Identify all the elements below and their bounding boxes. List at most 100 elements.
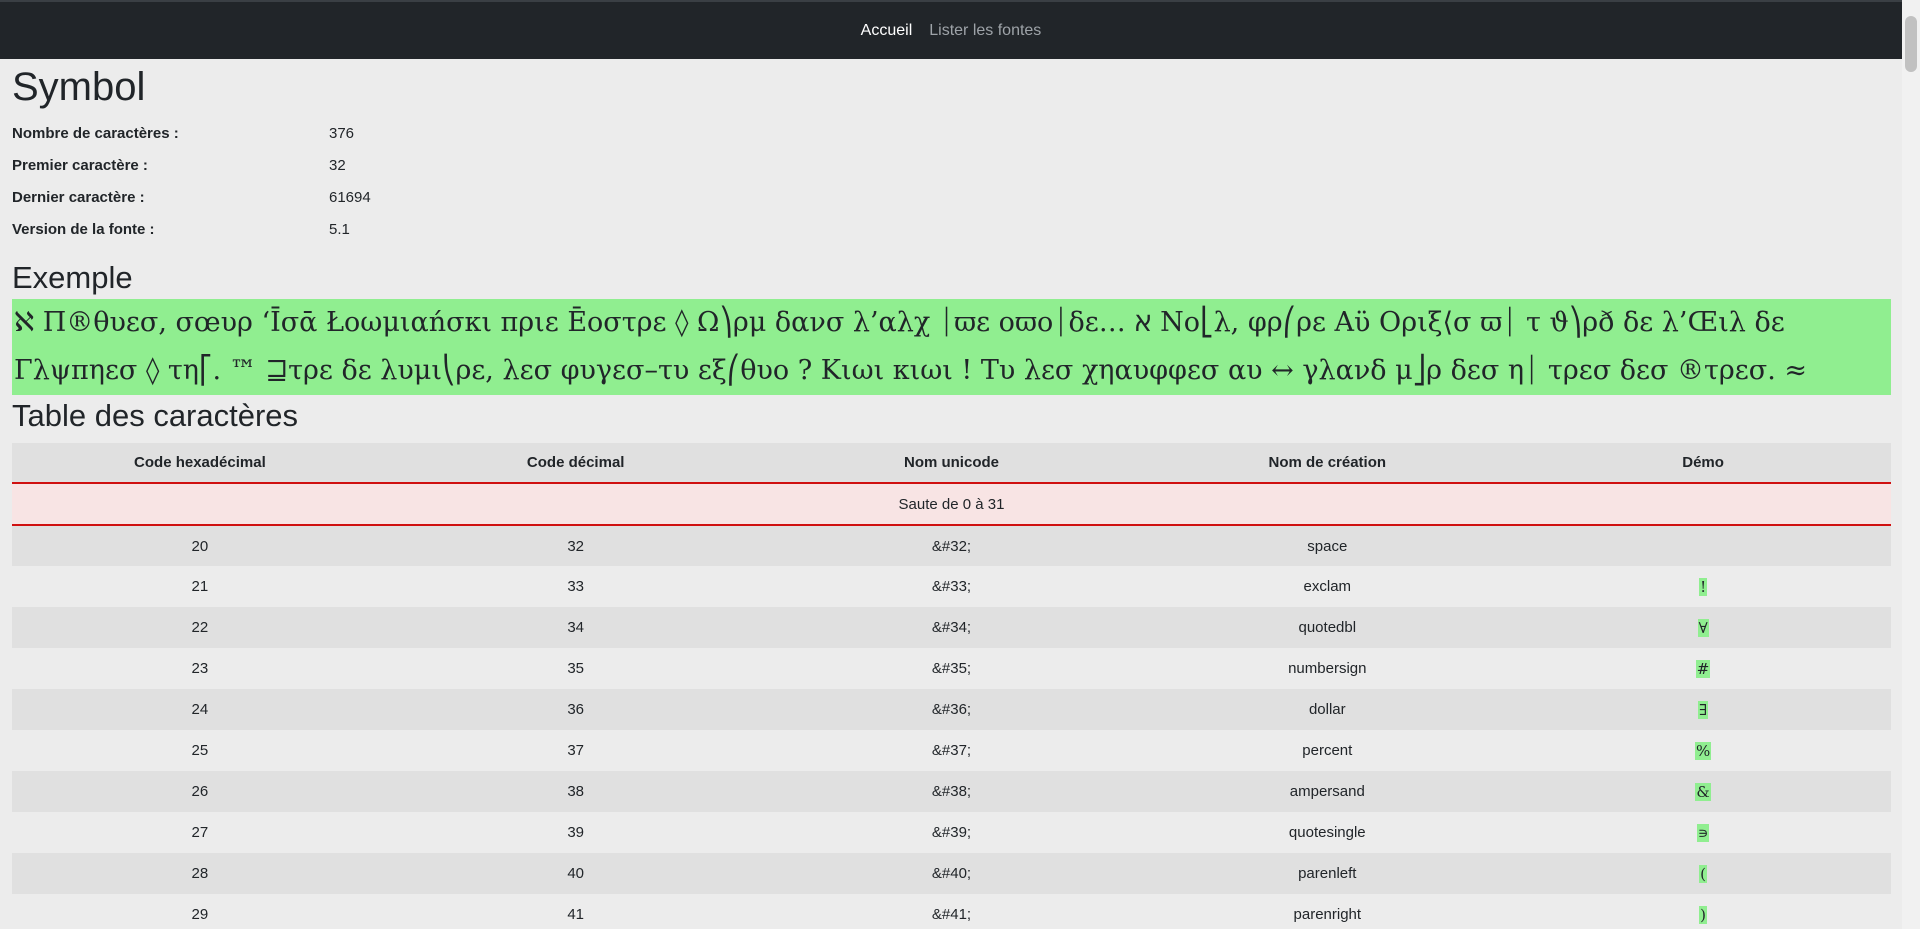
cell-hex: 23	[12, 648, 388, 689]
info-label: Nombre de caractères :	[12, 124, 179, 142]
demo-glyph: (	[1699, 864, 1708, 883]
cell-hex: 20	[12, 525, 388, 566]
demo-glyph: &	[1695, 782, 1711, 801]
cell-hex: 24	[12, 689, 388, 730]
info-value: 376	[329, 124, 355, 142]
main-content: Symbol Nombre de caractères : 376 Premie…	[12, 59, 1891, 929]
demo-glyph: ∀	[1697, 618, 1709, 637]
top-navbar: Accueil Lister les fontes	[0, 0, 1902, 59]
header-demo: Démo	[1515, 443, 1891, 483]
cell-decimal: 35	[387, 648, 764, 689]
cell-demo: %	[1515, 730, 1891, 771]
cell-decimal: 34	[387, 607, 764, 648]
cell-hex: 28	[12, 853, 388, 894]
character-table: Code hexadécimal Code décimal Nom unicod…	[12, 443, 1891, 929]
skip-notice: Saute de 0 à 31	[12, 482, 1891, 526]
cell-unicode: &#41;	[763, 894, 1140, 929]
info-label: Dernier caractère :	[12, 188, 145, 206]
cell-demo: ∍	[1515, 812, 1891, 853]
scrollbar-thumb[interactable]	[1905, 16, 1917, 72]
cell-demo: ∃	[1515, 689, 1891, 730]
info-value: 61694	[329, 188, 371, 206]
table-row: 26 38 &#38; ampersand &	[12, 771, 1891, 812]
cell-unicode: &#40;	[763, 853, 1140, 894]
cell-demo: #	[1515, 648, 1891, 689]
cell-hex: 29	[12, 894, 388, 929]
table-row: 27 39 &#39; quotesingle ∍	[12, 812, 1891, 853]
table-row: 25 37 &#37; percent %	[12, 730, 1891, 771]
demo-glyph: !	[1699, 577, 1708, 596]
table-row: 24 36 &#36; dollar ∃	[12, 689, 1891, 730]
font-info: Nombre de caractères : 376 Premier carac…	[12, 117, 1891, 245]
cell-demo: ∀	[1515, 607, 1891, 648]
cell-decimal: 32	[387, 525, 764, 566]
table-row: 29 41 &#41; parenright )	[12, 894, 1891, 929]
header-creation-name: Nom de création	[1139, 443, 1516, 483]
cell-name: parenleft	[1139, 853, 1516, 894]
page-title: Symbol	[12, 65, 146, 109]
cell-name: numbersign	[1139, 648, 1516, 689]
cell-name: parenright	[1139, 894, 1516, 929]
cell-demo: )	[1515, 894, 1891, 929]
demo-glyph: ∍	[1696, 823, 1710, 842]
cell-decimal: 40	[387, 853, 764, 894]
demo-glyph: #	[1695, 659, 1711, 678]
cell-name: dollar	[1139, 689, 1516, 730]
cell-hex: 25	[12, 730, 388, 771]
cell-decimal: 37	[387, 730, 764, 771]
info-value: 32	[329, 156, 346, 174]
cell-unicode: &#34;	[763, 607, 1140, 648]
table-row: 22 34 &#34; quotedbl ∀	[12, 607, 1891, 648]
cell-name: ampersand	[1139, 771, 1516, 812]
demo-glyph: %	[1694, 741, 1712, 760]
info-row-char-count: Nombre de caractères : 376	[12, 117, 1891, 149]
table-header-row: Code hexadécimal Code décimal Nom unicod…	[12, 443, 1891, 483]
cell-name: space	[1139, 525, 1516, 566]
cell-decimal: 39	[387, 812, 764, 853]
cell-decimal: 36	[387, 689, 764, 730]
cell-unicode: &#35;	[763, 648, 1140, 689]
cell-unicode: &#39;	[763, 812, 1140, 853]
nav-link-home[interactable]: Accueil	[861, 22, 913, 40]
info-row-version: Version de la fonte : 5.1	[12, 213, 1891, 245]
header-hex-code: Code hexadécimal	[12, 443, 388, 483]
example-title: Exemple	[12, 260, 133, 295]
info-value: 5.1	[329, 220, 350, 238]
cell-demo: &	[1515, 771, 1891, 812]
cell-decimal: 38	[387, 771, 764, 812]
nav-link-list-fonts[interactable]: Lister les fontes	[929, 22, 1041, 40]
demo-glyph: )	[1699, 905, 1708, 924]
cell-demo: !	[1515, 566, 1891, 607]
cell-decimal: 41	[387, 894, 764, 929]
cell-demo	[1515, 525, 1891, 566]
cell-unicode: &#33;	[763, 566, 1140, 607]
demo-glyph: ∃	[1698, 700, 1709, 719]
vertical-scrollbar[interactable]	[1902, 0, 1920, 929]
table-row: 21 33 &#33; exclam !	[12, 566, 1891, 607]
info-label: Version de la fonte :	[12, 220, 155, 238]
example-text: ℵ Π®θυεσ, σœυρ ‘Ῑσᾱ Łοωμιαńσκι πριε Ēοστ…	[12, 299, 1891, 395]
cell-name: percent	[1139, 730, 1516, 771]
info-row-last-char: Dernier caractère : 61694	[12, 181, 1891, 213]
info-row-first-char: Premier caractère : 32	[12, 149, 1891, 181]
table-row: 23 35 &#35; numbersign #	[12, 648, 1891, 689]
cell-unicode: &#38;	[763, 771, 1140, 812]
cell-unicode: &#37;	[763, 730, 1140, 771]
table-row: 20 32 &#32; space	[12, 525, 1891, 566]
table-title: Table des caractères	[12, 398, 299, 433]
cell-decimal: 33	[387, 566, 764, 607]
header-decimal-code: Code décimal	[387, 443, 764, 483]
cell-name: exclam	[1139, 566, 1516, 607]
cell-hex: 26	[12, 771, 388, 812]
cell-unicode: &#32;	[763, 525, 1140, 566]
cell-name: quotedbl	[1139, 607, 1516, 648]
info-label: Premier caractère :	[12, 156, 148, 174]
skip-row: Saute de 0 à 31	[12, 482, 1891, 526]
cell-demo: (	[1515, 853, 1891, 894]
cell-hex: 21	[12, 566, 388, 607]
header-unicode-name: Nom unicode	[763, 443, 1140, 483]
cell-name: quotesingle	[1139, 812, 1516, 853]
table-row: 28 40 &#40; parenleft (	[12, 853, 1891, 894]
cell-unicode: &#36;	[763, 689, 1140, 730]
cell-hex: 22	[12, 607, 388, 648]
